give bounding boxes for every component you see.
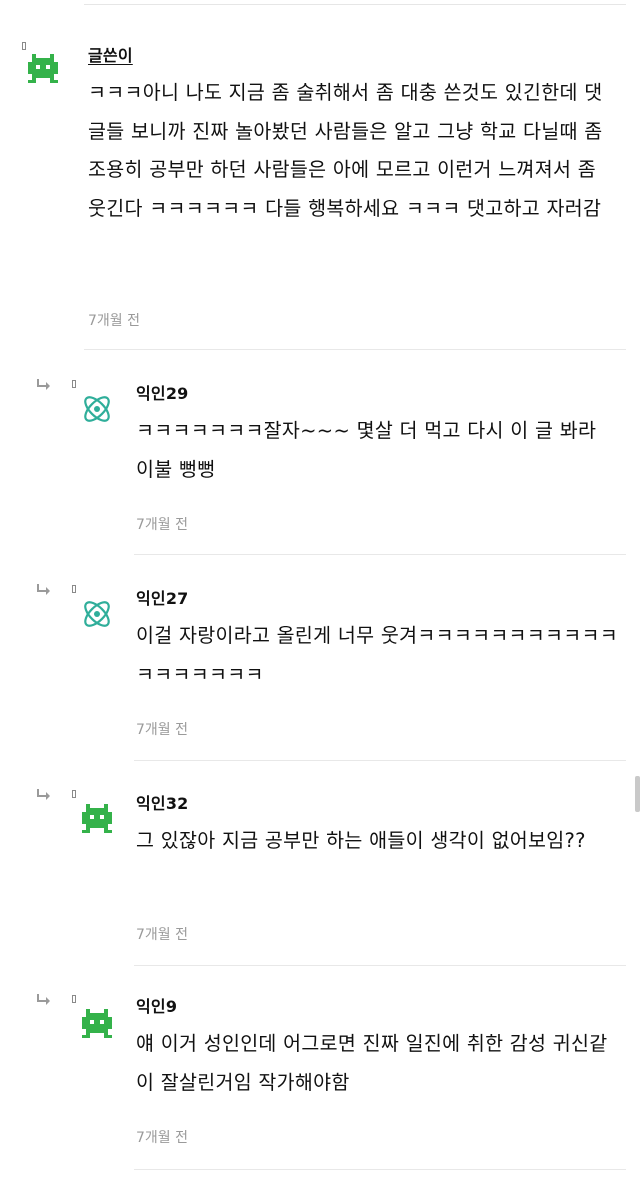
comment-author[interactable]: 익인29 (136, 380, 189, 404)
comment-marker (72, 585, 76, 593)
comment-op: 글쓴이 ㅋㅋㅋ아니 나도 지금 좀 술취해서 좀 대충 쓴것도 있긴한데 댓글들… (0, 0, 640, 350)
teal-atom-icon (84, 601, 110, 627)
comment-author[interactable]: 익인9 (136, 993, 177, 1017)
comment-body: 이걸 자랑이라고 올린게 너무 웃겨ㅋㅋㅋㅋㅋㅋㅋㅋㅋㅋㅋㅋㅋㅋㅋㅋㅋㅋ (136, 624, 618, 686)
reply-arrow-icon (37, 584, 50, 595)
comment-reply: 익인32 그 있잖아 지금 공부만 하는 애들이 생각이 없어보임?? 7개월 … (0, 760, 640, 970)
teal-atom-icon (84, 396, 110, 422)
comment-reply: 익인9 얘 이거 성인인데 어그로면 진짜 일진에 취한 감성 귀신같이 잘살린… (0, 965, 640, 1180)
reply-arrow-icon (37, 379, 50, 390)
comment-marker (72, 380, 76, 388)
comment-author[interactable]: 익인27 (136, 585, 189, 609)
green-robot-icon (82, 804, 112, 833)
comment-author[interactable]: 익인32 (136, 790, 189, 814)
comment-body: ㅋㅋㅋ아니 나도 지금 좀 술취해서 좀 대충 쓴것도 있긴한데 댓글들 보니까… (88, 81, 603, 220)
comment-author[interactable]: 글쓴이 (88, 42, 133, 66)
comment-time: 7개월 전 (136, 722, 188, 738)
comment-body: 얘 이거 성인인데 어그로면 진짜 일진에 취한 감성 귀신같이 잘살린거임 작… (136, 1032, 608, 1094)
comment-reply: 익인29 ㅋㅋㅋㅋㅋㅋㅋ잘자~~~ 몇살 더 먹고 다시 이 글 봐라 이불 뻥… (0, 350, 640, 560)
comment-body: ㅋㅋㅋㅋㅋㅋㅋ잘자~~~ 몇살 더 먹고 다시 이 글 봐라 이불 뻥뻥 (136, 419, 597, 481)
comment-divider (134, 1169, 626, 1170)
comment-marker (22, 42, 26, 50)
green-robot-icon (82, 1009, 112, 1038)
green-robot-icon (28, 54, 58, 83)
comment-reply: 익인27 이걸 자랑이라고 올린게 너무 웃겨ㅋㅋㅋㅋㅋㅋㅋㅋㅋㅋㅋㅋㅋㅋㅋㅋㅋ… (0, 555, 640, 765)
comment-time: 7개월 전 (136, 927, 188, 943)
reply-arrow-icon (37, 994, 50, 1005)
scrollbar-thumb[interactable] (635, 776, 640, 812)
comment-time: 7개월 전 (136, 1130, 188, 1146)
comment-body: 그 있잖아 지금 공부만 하는 애들이 생각이 없어보임?? (136, 829, 586, 852)
reply-arrow-icon (37, 789, 50, 800)
comment-time: 7개월 전 (88, 313, 140, 329)
comment-marker (72, 995, 76, 1003)
comment-time: 7개월 전 (136, 517, 188, 533)
comment-marker (72, 790, 76, 798)
